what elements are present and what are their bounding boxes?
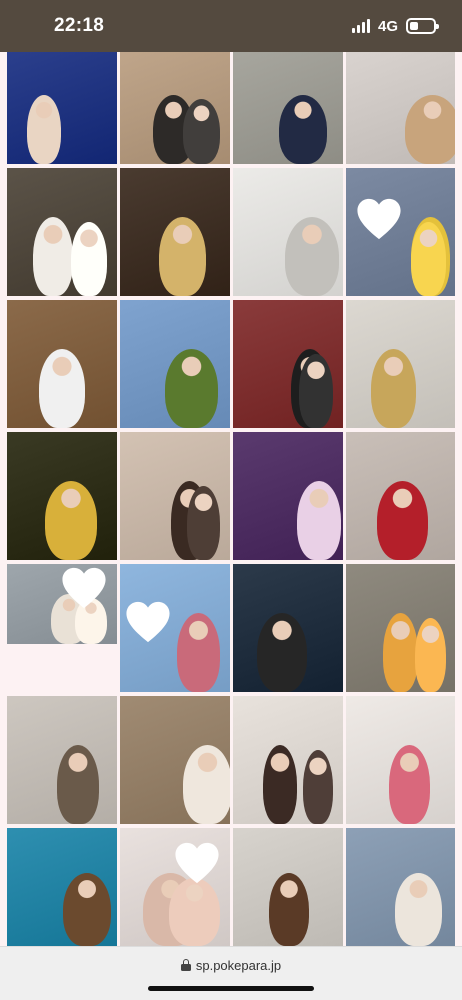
- photo-subject: [169, 877, 220, 946]
- photo-gallery: [7, 52, 455, 946]
- gallery-photo[interactable]: [120, 168, 230, 296]
- photo-subject: [71, 221, 107, 296]
- photo-subject: [377, 480, 428, 560]
- gallery-photo[interactable]: [346, 696, 455, 824]
- gallery-photo[interactable]: [233, 52, 343, 164]
- gallery-photo[interactable]: [233, 564, 343, 692]
- gallery-photo[interactable]: [233, 828, 343, 946]
- status-bar: 22:18 4G: [0, 0, 462, 52]
- photo-subject: [257, 612, 307, 692]
- gallery-photo[interactable]: [120, 52, 230, 164]
- photo-subject: [39, 348, 85, 428]
- gallery-photo[interactable]: [233, 432, 343, 560]
- photo-subject: [303, 749, 333, 824]
- photo-subject: [389, 744, 430, 824]
- photo-subject: [279, 94, 327, 164]
- photo-subject: [159, 216, 206, 296]
- gallery-photo[interactable]: [7, 432, 117, 560]
- gallery-photo[interactable]: [346, 300, 455, 428]
- gallery-photo[interactable]: [120, 696, 230, 824]
- heart-icon: [125, 601, 170, 642]
- gallery-photo[interactable]: [233, 696, 343, 824]
- gallery-photo[interactable]: [7, 168, 117, 296]
- photo-subject: [165, 348, 218, 428]
- photo-subject: [405, 94, 455, 164]
- photo-subject: [33, 216, 73, 296]
- photo-subject: [285, 216, 339, 296]
- photo-subject: [183, 99, 220, 164]
- signal-strength-icon: [351, 19, 370, 33]
- photo-subject: [177, 612, 220, 692]
- photo-subject: [299, 353, 333, 428]
- photo-subject: [395, 872, 442, 946]
- gallery-photo[interactable]: [346, 828, 455, 946]
- gallery-photo[interactable]: [346, 564, 455, 692]
- photo-subject: [27, 94, 61, 164]
- gallery-photo[interactable]: [120, 564, 230, 692]
- photo-subject: [187, 485, 220, 560]
- battery-icon: [406, 18, 439, 34]
- photo-subject: [411, 221, 446, 296]
- battery-level: [410, 22, 418, 30]
- gallery-photo[interactable]: [233, 300, 343, 428]
- gallery-photo[interactable]: [7, 696, 117, 824]
- photo-subject: [269, 872, 309, 946]
- gallery-photo[interactable]: [120, 432, 230, 560]
- gallery-photo[interactable]: [7, 564, 117, 644]
- status-indicators: 4G: [351, 17, 439, 35]
- gallery-photo[interactable]: [346, 432, 455, 560]
- gallery-photo[interactable]: [7, 300, 117, 428]
- status-time: 22:18: [54, 15, 105, 36]
- gallery-photo[interactable]: [7, 52, 117, 164]
- lock-icon: [180, 959, 191, 971]
- photo-subject: [371, 348, 416, 428]
- home-indicator[interactable]: [148, 986, 314, 991]
- network-type: 4G: [377, 17, 398, 35]
- heart-icon: [175, 843, 219, 884]
- gallery-photo[interactable]: [346, 52, 455, 164]
- browser-address-bar[interactable]: sp.pokepara.jp: [0, 946, 462, 1000]
- photo-subject: [415, 617, 446, 692]
- url-display[interactable]: sp.pokepara.jp: [0, 955, 462, 975]
- photo-subject: [263, 744, 297, 824]
- gallery-photo[interactable]: [7, 828, 117, 946]
- photo-subject: [57, 744, 99, 824]
- gallery-photo[interactable]: [346, 168, 455, 296]
- photo-subject: [45, 480, 97, 560]
- gallery-photo[interactable]: [233, 168, 343, 296]
- url-text: sp.pokepara.jp: [195, 957, 282, 973]
- photo-subject: [63, 872, 111, 946]
- gallery-photo[interactable]: [120, 828, 230, 946]
- photo-subject: [183, 744, 230, 824]
- heart-icon: [62, 567, 106, 609]
- heart-icon: [357, 199, 401, 240]
- photo-subject: [297, 480, 341, 560]
- photo-subject: [383, 612, 418, 692]
- gallery-photo[interactable]: [120, 300, 230, 428]
